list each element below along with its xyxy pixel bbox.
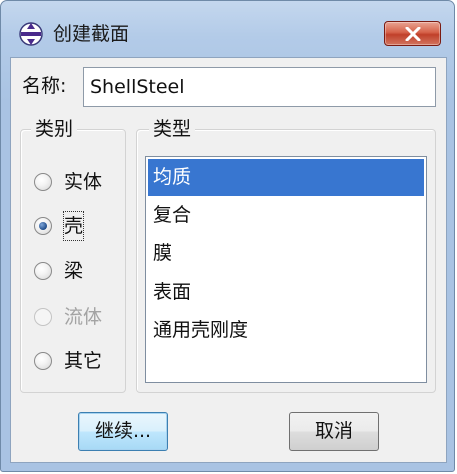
title-bar[interactable]: 创建截面 [1, 1, 454, 46]
name-input[interactable] [83, 67, 436, 107]
type-group: 类型 均质 复合 膜 表面 通用壳刚度 [136, 116, 436, 393]
close-button[interactable] [384, 21, 441, 46]
radio-fluid-label: 流体 [64, 306, 103, 328]
list-item-general-shell-stiffness[interactable]: 通用壳刚度 [148, 312, 424, 349]
radio-other-button[interactable] [34, 352, 52, 370]
list-item-homogeneous[interactable]: 均质 [148, 159, 424, 196]
list-item-surface[interactable]: 表面 [148, 274, 424, 311]
radio-beam-button[interactable] [34, 262, 52, 280]
radio-other-label[interactable]: 其它 [64, 347, 102, 375]
category-group: 类别 实体 壳 梁 流体 其它 [20, 116, 126, 393]
type-listbox[interactable]: 均质 复合 膜 表面 通用壳刚度 [145, 156, 427, 383]
close-icon [405, 27, 421, 41]
dialog-window: 创建截面 名称: 类别 实体 壳 梁 流体 [0, 0, 455, 472]
section-icon [19, 22, 43, 46]
radio-solid-button[interactable] [34, 173, 52, 191]
radio-shell-button[interactable] [34, 217, 52, 235]
radio-shell-label[interactable]: 壳 [62, 211, 85, 241]
radio-solid-label[interactable]: 实体 [64, 168, 102, 196]
list-item-membrane[interactable]: 膜 [148, 235, 424, 272]
window-title: 创建截面 [53, 23, 130, 45]
continue-button[interactable]: 继续... [78, 412, 168, 451]
radio-fluid-button [34, 308, 52, 326]
type-legend: 类型 [149, 116, 196, 142]
cancel-button[interactable]: 取消 [289, 412, 379, 451]
category-legend: 类别 [31, 116, 78, 142]
list-item-composite[interactable]: 复合 [148, 197, 424, 234]
name-label: 名称: [22, 75, 67, 97]
dialog-body: 名称: 类别 实体 壳 梁 流体 其它 [10, 57, 447, 463]
radio-beam-label[interactable]: 梁 [64, 257, 83, 285]
